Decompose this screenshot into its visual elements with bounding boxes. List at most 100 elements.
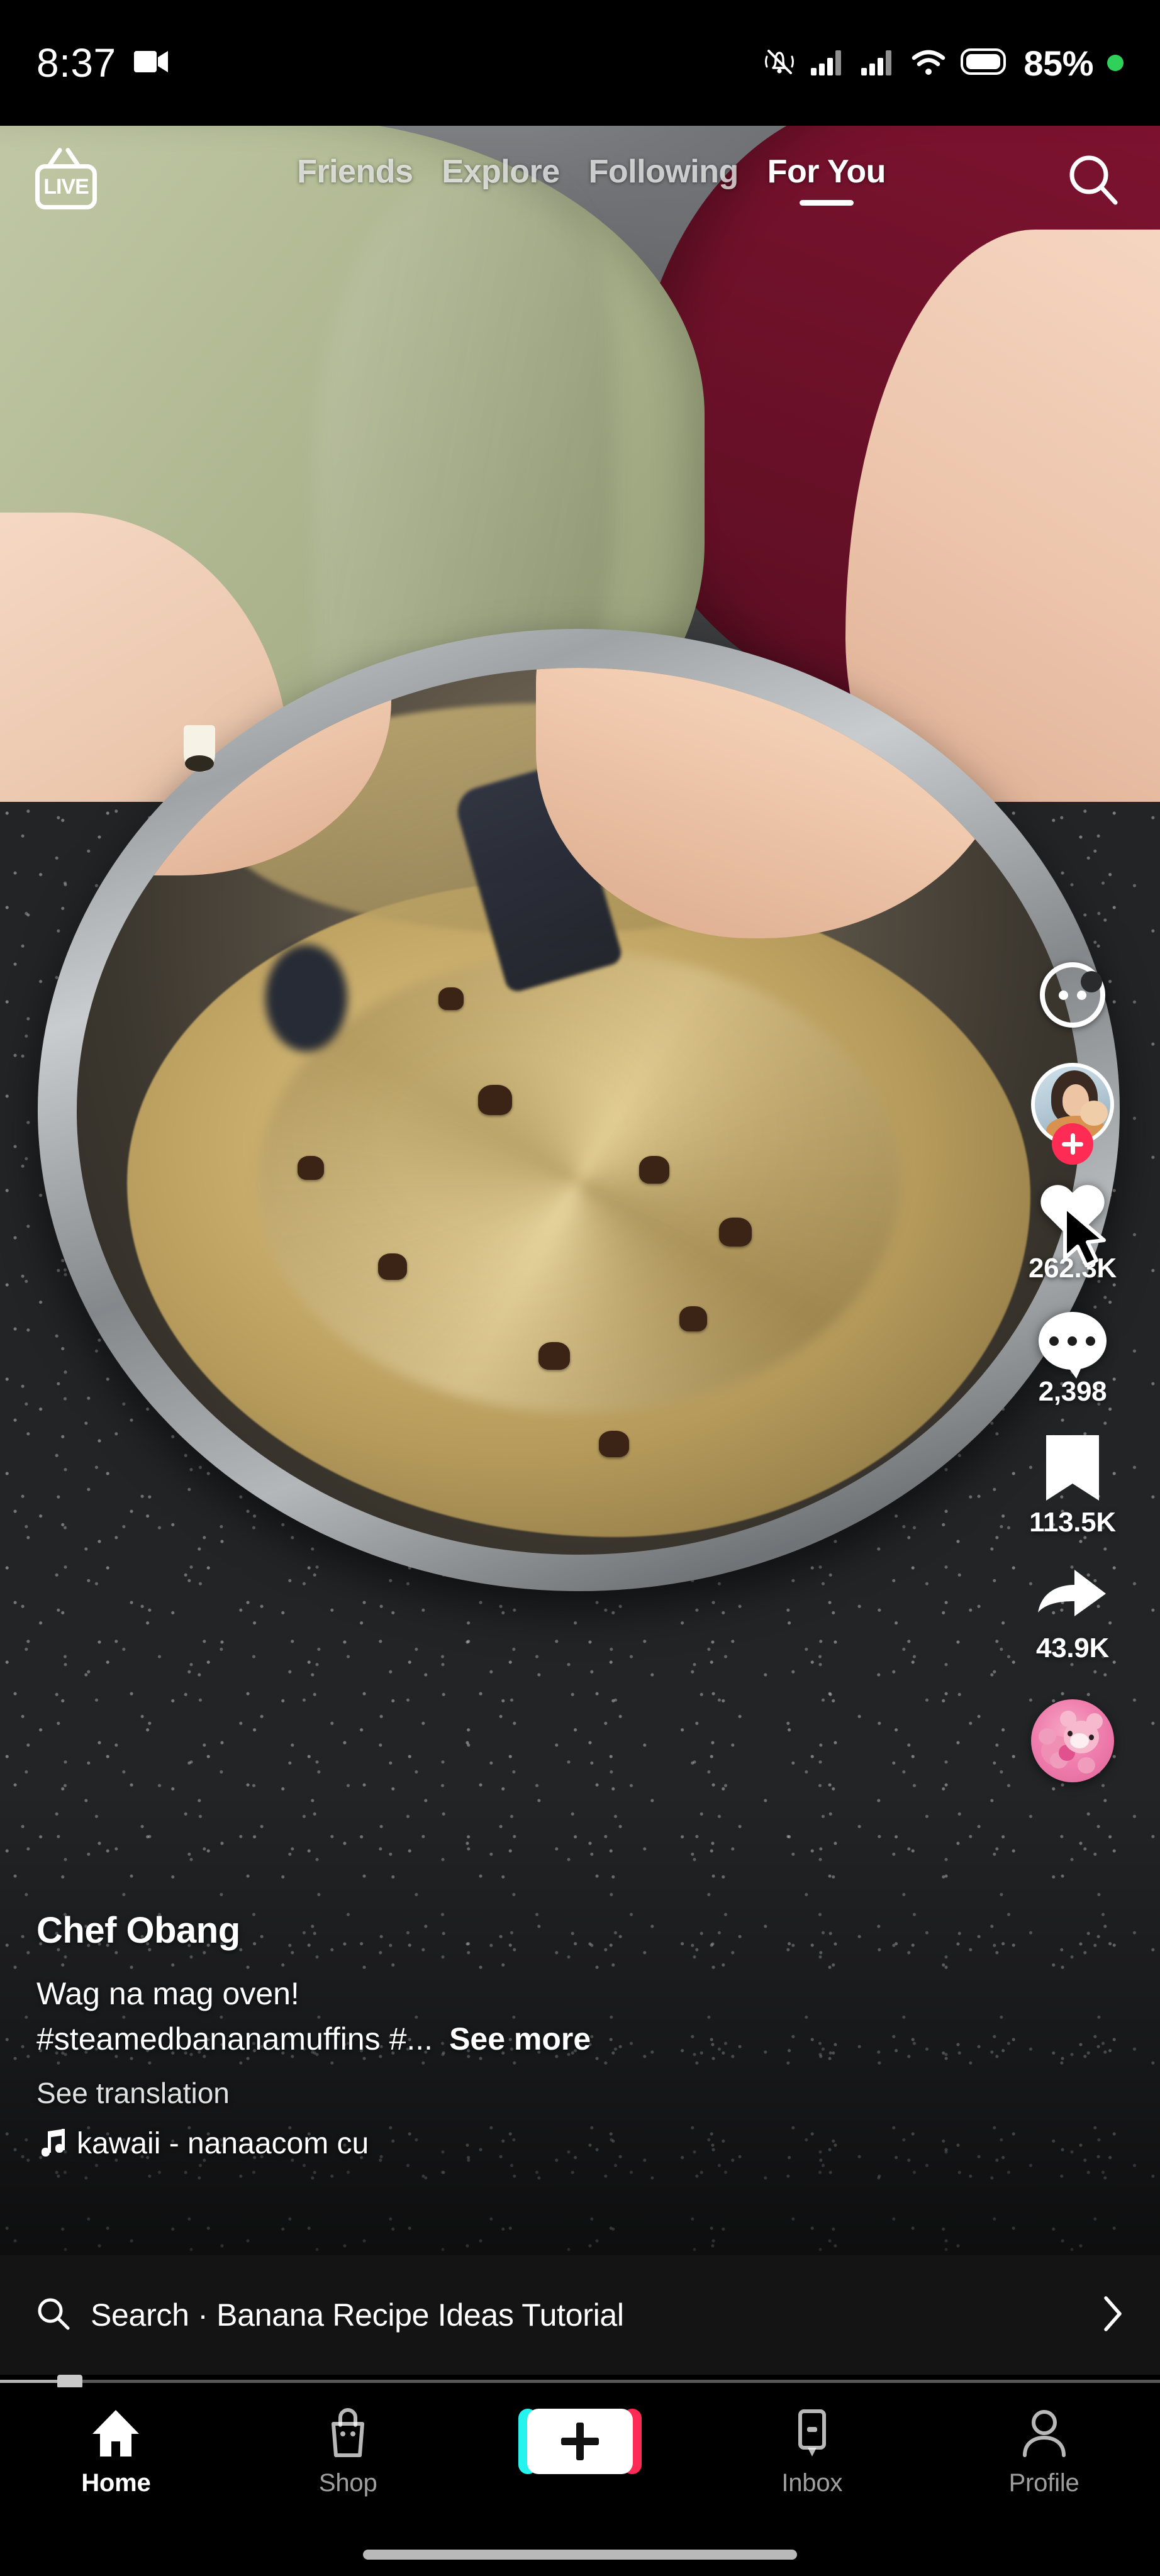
bookmark-button[interactable]: 113.5K xyxy=(1029,1435,1116,1538)
caption-hashtags[interactable]: #steamedbananamuffins #... xyxy=(36,2018,433,2060)
search-icon[interactable] xyxy=(1059,145,1129,214)
caption-line-1: Wag na mag oven! xyxy=(36,1976,299,2011)
inbox-icon xyxy=(798,2409,826,2457)
mixing-bowl xyxy=(38,629,1120,1591)
author-name[interactable]: Chef Obang xyxy=(36,1909,873,1951)
nav-item-home[interactable]: Home xyxy=(21,2406,210,2497)
share-count: 43.9K xyxy=(1036,1633,1109,1663)
signal-sim1-icon xyxy=(810,47,846,80)
battery-icon xyxy=(961,47,1010,79)
chevron-right-icon xyxy=(1100,2294,1125,2336)
chocolate-chip xyxy=(639,1155,669,1184)
bear-paw xyxy=(1039,1728,1056,1745)
caption-hashtag-row: #steamedbananamuffins #... See more xyxy=(36,2018,873,2060)
battery-percent-label: 85% xyxy=(1023,43,1093,83)
tab-following-label: Following xyxy=(588,153,739,190)
music-ticker[interactable]: kawaii - nanaacom cu xyxy=(36,2126,873,2161)
shopping-bag-icon xyxy=(332,2407,365,2457)
comment-dot xyxy=(1068,1336,1078,1346)
chocolate-chip xyxy=(298,1155,325,1180)
video-scrubber[interactable] xyxy=(0,2375,1160,2389)
nav-label-inbox: Inbox xyxy=(781,2469,843,2497)
nav-item-profile[interactable]: Profile xyxy=(950,2406,1139,2497)
top-navigation: LIVE Friends Explore Following For You xyxy=(0,142,1160,230)
see-more-button[interactable]: See more xyxy=(449,2021,591,2057)
nav-label-shop: Shop xyxy=(318,2469,377,2497)
bottom-navigation: Home Shop Inbox Profile xyxy=(0,2387,1160,2576)
silent-mode-icon xyxy=(763,45,796,81)
wifi-icon xyxy=(910,47,947,80)
feed-tab-strip: Friends Explore Following For You xyxy=(123,142,1059,206)
share-button[interactable]: 43.9K xyxy=(1035,1566,1110,1664)
bookmark-count: 113.5K xyxy=(1029,1507,1116,1538)
nav-label-home: Home xyxy=(81,2469,151,2497)
avatar[interactable] xyxy=(1031,1063,1114,1165)
plus-icon xyxy=(1070,1133,1075,1155)
create-plus-icon[interactable] xyxy=(518,2409,642,2474)
tab-following[interactable]: Following xyxy=(589,142,739,191)
comment-button[interactable]: 2,398 xyxy=(1039,1312,1107,1407)
bear-muzzle xyxy=(1070,1733,1089,1748)
bear-paw xyxy=(1078,1757,1095,1774)
search-icon xyxy=(35,2296,72,2335)
live-tv-icon: LIVE xyxy=(35,164,97,209)
mixing-bowl-interior xyxy=(77,668,1081,1555)
bear-eye xyxy=(1068,1731,1073,1736)
share-arrow-icon xyxy=(1038,1570,1106,1616)
follow-button[interactable] xyxy=(1052,1123,1093,1165)
spatula-shadow xyxy=(265,945,347,1052)
see-translation-button[interactable]: See translation xyxy=(36,2076,873,2110)
home-indicator xyxy=(363,2550,797,2560)
screen-record-icon xyxy=(133,48,169,78)
tiktok-app-screen: 8:37 85% LIVE Friends Explore Following … xyxy=(0,0,1160,2576)
scrubber-handle[interactable] xyxy=(57,2375,82,2389)
live-label: LIVE xyxy=(43,174,89,199)
search-suggestion-bar[interactable]: Search · Banana Recipe Ideas Tutorial xyxy=(0,2255,1160,2375)
person-icon xyxy=(1022,2410,1066,2457)
status-bar: 8:37 85% xyxy=(0,0,1160,126)
chat-bubble-icon[interactable] xyxy=(1040,962,1105,1028)
bear-eye xyxy=(1089,1735,1094,1740)
chocolate-chip xyxy=(438,987,464,1010)
nav-item-shop[interactable]: Shop xyxy=(254,2406,442,2497)
chocolate-chip xyxy=(679,1306,707,1332)
tab-friends[interactable]: Friends xyxy=(297,142,413,191)
music-disc-icon[interactable] xyxy=(1031,1699,1114,1782)
status-bar-clock: 8:37 xyxy=(36,40,116,86)
search-suggestion-text: Search · Banana Recipe Ideas Tutorial xyxy=(91,2297,624,2333)
chocolate-chip xyxy=(478,1084,513,1115)
music-note-icon xyxy=(42,2128,65,2157)
tab-for-you[interactable]: For You xyxy=(767,142,886,206)
music-title: kawaii - nanaacom cu xyxy=(77,2127,369,2160)
tab-active-underline xyxy=(799,200,854,206)
signal-sim2-icon xyxy=(860,47,896,80)
comment-dot xyxy=(1086,1336,1096,1346)
tab-for-you-label: For You xyxy=(767,153,886,190)
chocolate-chip xyxy=(719,1218,752,1247)
like-button[interactable]: 262.3K xyxy=(1029,1186,1117,1284)
home-icon xyxy=(92,2410,140,2457)
nav-item-inbox[interactable]: Inbox xyxy=(718,2406,906,2497)
live-button[interactable]: LIVE xyxy=(31,147,102,211)
recording-dot-icon xyxy=(1107,55,1124,71)
chat-dot xyxy=(1059,990,1068,1000)
tab-explore[interactable]: Explore xyxy=(442,142,560,191)
nav-item-create[interactable] xyxy=(486,2406,674,2483)
comment-count: 2,398 xyxy=(1038,1376,1107,1407)
chocolate-chip xyxy=(377,1253,407,1280)
chat-dot xyxy=(1077,990,1086,1000)
tab-explore-label: Explore xyxy=(442,153,560,190)
batter-swirl xyxy=(257,952,900,1413)
mouse-cursor xyxy=(1062,1205,1106,1267)
nav-label-profile: Profile xyxy=(1008,2469,1079,2497)
avatar-hand xyxy=(1080,1101,1108,1126)
create-plus-vertical xyxy=(576,2423,584,2460)
scrubber-track xyxy=(0,2380,1160,2383)
comment-icon xyxy=(1038,1312,1107,1379)
bookmark-icon xyxy=(1046,1435,1099,1501)
chocolate-chip xyxy=(538,1341,571,1370)
tab-friends-label: Friends xyxy=(297,153,413,190)
chocolate-chip xyxy=(598,1430,629,1457)
chat-bubble-ring xyxy=(1040,962,1105,1028)
caption-block: Chef Obang Wag na mag oven! #steamedbana… xyxy=(36,1909,873,2161)
